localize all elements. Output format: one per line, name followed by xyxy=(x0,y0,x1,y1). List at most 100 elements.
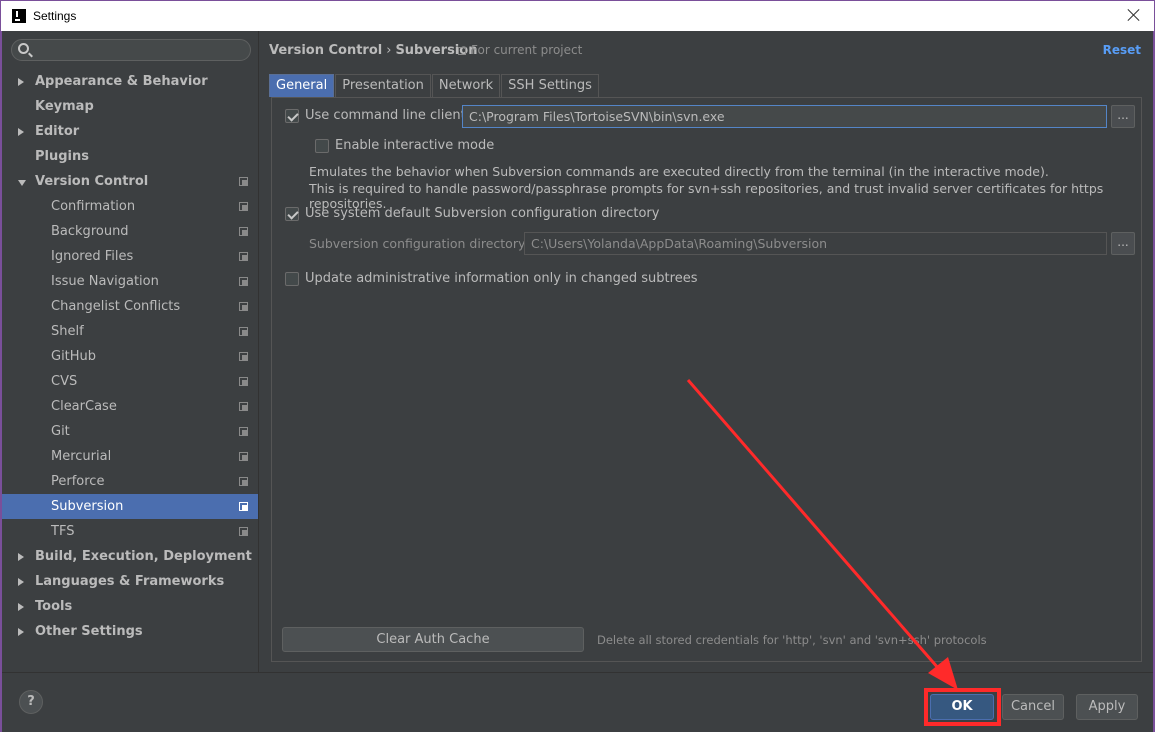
cli-browse-button[interactable]: ... xyxy=(1111,105,1135,128)
project-scope-icon xyxy=(239,477,248,486)
sidebar-item-editor[interactable]: Editor xyxy=(2,119,258,144)
expand-arrow-icon[interactable] xyxy=(18,128,24,136)
project-scope-icon xyxy=(239,402,248,411)
tab-ssh-settings[interactable]: SSH Settings xyxy=(501,74,599,97)
sidebar-item-changelist-conflicts[interactable]: Changelist Conflicts xyxy=(2,294,258,319)
breadcrumb: Version Control › Subversion xyxy=(269,43,477,58)
sidebar-item-perforce[interactable]: Perforce xyxy=(2,469,258,494)
tab-bar: General Presentation Network SSH Setting… xyxy=(269,74,600,97)
sidebar-item-subversion[interactable]: Subversion xyxy=(2,494,258,519)
clear-auth-cache-note: Delete all stored credentials for 'http'… xyxy=(597,633,987,647)
ok-button[interactable]: OK xyxy=(930,694,994,720)
sidebar-item-label: Other Settings xyxy=(35,624,143,639)
cli-path-field[interactable]: C:\Program Files\TortoiseSVN\bin\svn.exe xyxy=(462,105,1107,128)
sidebar-item-git[interactable]: Git xyxy=(2,419,258,444)
sidebar-item-label: Tools xyxy=(35,599,73,614)
sidebar-item-github[interactable]: GitHub xyxy=(2,344,258,369)
sidebar-item-label: GitHub xyxy=(51,349,97,364)
project-scope-icon xyxy=(239,527,248,536)
expand-arrow-icon[interactable] xyxy=(18,603,24,611)
sidebar-item-build-execution-deployment[interactable]: Build, Execution, Deployment xyxy=(2,544,258,569)
use-default-dir-label: Use system default Subversion configurat… xyxy=(305,206,660,221)
interactive-mode-label: Enable interactive mode xyxy=(335,138,495,153)
project-scope-icon xyxy=(239,452,248,461)
sidebar-item-label: Confirmation xyxy=(51,199,136,214)
sidebar-item-label: Issue Navigation xyxy=(51,274,159,289)
use-cli-checkbox[interactable] xyxy=(285,109,299,123)
cancel-button[interactable]: Cancel xyxy=(1002,694,1064,720)
reset-link[interactable]: Reset xyxy=(1103,43,1141,57)
dialog-footer: ? OK Cancel Apply xyxy=(2,672,1153,732)
sidebar-item-label: Version Control xyxy=(35,174,149,189)
expand-arrow-icon[interactable] xyxy=(18,628,24,636)
project-scope-icon xyxy=(458,47,466,55)
project-scope-icon xyxy=(239,352,248,361)
tab-presentation[interactable]: Presentation xyxy=(335,74,431,97)
config-dir-browse-button[interactable]: ... xyxy=(1111,232,1135,255)
project-scope-icon xyxy=(239,227,248,236)
sidebar-item-label: TFS xyxy=(51,524,75,539)
sidebar-item-confirmation[interactable]: Confirmation xyxy=(2,194,258,219)
interactive-mode-checkbox[interactable] xyxy=(315,139,329,153)
sidebar-item-label: Mercurial xyxy=(51,449,112,464)
sidebar-item-keymap[interactable]: Keymap xyxy=(2,94,258,119)
apply-button[interactable]: Apply xyxy=(1076,694,1138,720)
expand-arrow-icon[interactable] xyxy=(18,553,24,561)
close-icon[interactable] xyxy=(1126,7,1142,23)
interactive-description-line1: Emulates the behavior when Subversion co… xyxy=(309,164,1049,179)
settings-search[interactable] xyxy=(11,39,251,61)
expand-arrow-icon[interactable] xyxy=(18,78,24,86)
sidebar-item-tools[interactable]: Tools xyxy=(2,594,258,619)
settings-sidebar: Appearance & Behavior Keymap Editor Plug… xyxy=(2,31,258,672)
use-default-dir-checkbox[interactable] xyxy=(285,207,299,221)
sidebar-item-label: Subversion xyxy=(51,499,124,514)
expand-arrow-icon[interactable] xyxy=(18,578,24,586)
project-scope-icon xyxy=(239,502,248,511)
sidebar-item-label: Languages & Frameworks xyxy=(35,574,225,589)
sidebar-item-label: Background xyxy=(51,224,129,239)
sidebar-item-mercurial[interactable]: Mercurial xyxy=(2,444,258,469)
help-icon[interactable]: ? xyxy=(19,690,43,714)
sidebar-item-background[interactable]: Background xyxy=(2,219,258,244)
sidebar-item-label: Appearance & Behavior xyxy=(35,74,208,89)
sidebar-item-other-settings[interactable]: Other Settings xyxy=(2,619,258,644)
project-scope-icon xyxy=(239,302,248,311)
config-dir-label: Subversion configuration directory: xyxy=(309,236,529,251)
settings-tree: Appearance & Behavior Keymap Editor Plug… xyxy=(2,69,258,644)
sidebar-item-label: CVS xyxy=(51,374,78,389)
tab-network[interactable]: Network xyxy=(431,74,501,97)
collapse-arrow-icon[interactable] xyxy=(18,180,26,186)
sidebar-item-languages-frameworks[interactable]: Languages & Frameworks xyxy=(2,569,258,594)
project-scope-icon xyxy=(239,252,248,261)
project-scope-icon xyxy=(239,177,248,186)
sidebar-item-label: Perforce xyxy=(51,474,105,489)
sidebar-item-version-control[interactable]: Version Control xyxy=(2,169,258,194)
sidebar-item-label: Git xyxy=(51,424,70,439)
sidebar-item-cvs[interactable]: CVS xyxy=(2,369,258,394)
clear-auth-cache-button[interactable]: Clear Auth Cache xyxy=(282,627,584,652)
breadcrumb-parent: Version Control xyxy=(269,43,383,58)
update-admin-checkbox[interactable] xyxy=(285,272,299,286)
sidebar-item-appearance-behavior[interactable]: Appearance & Behavior xyxy=(2,69,258,94)
sidebar-item-tfs[interactable]: TFS xyxy=(2,519,258,544)
settings-content: Version Control › Subversion For current p… xyxy=(259,31,1153,672)
sidebar-item-label: Keymap xyxy=(35,99,94,114)
search-icon xyxy=(18,43,29,54)
tab-general[interactable]: General xyxy=(269,74,335,97)
search-input[interactable] xyxy=(36,42,242,58)
sidebar-item-plugins[interactable]: Plugins xyxy=(2,144,258,169)
intellij-app-icon xyxy=(12,9,26,23)
sidebar-item-shelf[interactable]: Shelf xyxy=(2,319,258,344)
sidebar-item-label: Editor xyxy=(35,124,80,139)
title-bar: Settings xyxy=(0,0,1155,31)
update-admin-label: Update administrative information only i… xyxy=(305,271,698,286)
project-scope-icon xyxy=(239,327,248,336)
config-dir-field[interactable]: C:\Users\Yolanda\AppData\Roaming\Subvers… xyxy=(524,232,1107,255)
use-cli-label: Use command line client: xyxy=(305,108,471,123)
sidebar-item-issue-navigation[interactable]: Issue Navigation xyxy=(2,269,258,294)
sidebar-item-label: Plugins xyxy=(35,149,89,164)
breadcrumb-separator: › xyxy=(386,43,392,58)
sidebar-item-clearcase[interactable]: ClearCase xyxy=(2,394,258,419)
sidebar-item-ignored-files[interactable]: Ignored Files xyxy=(2,244,258,269)
project-scope-icon xyxy=(239,277,248,286)
